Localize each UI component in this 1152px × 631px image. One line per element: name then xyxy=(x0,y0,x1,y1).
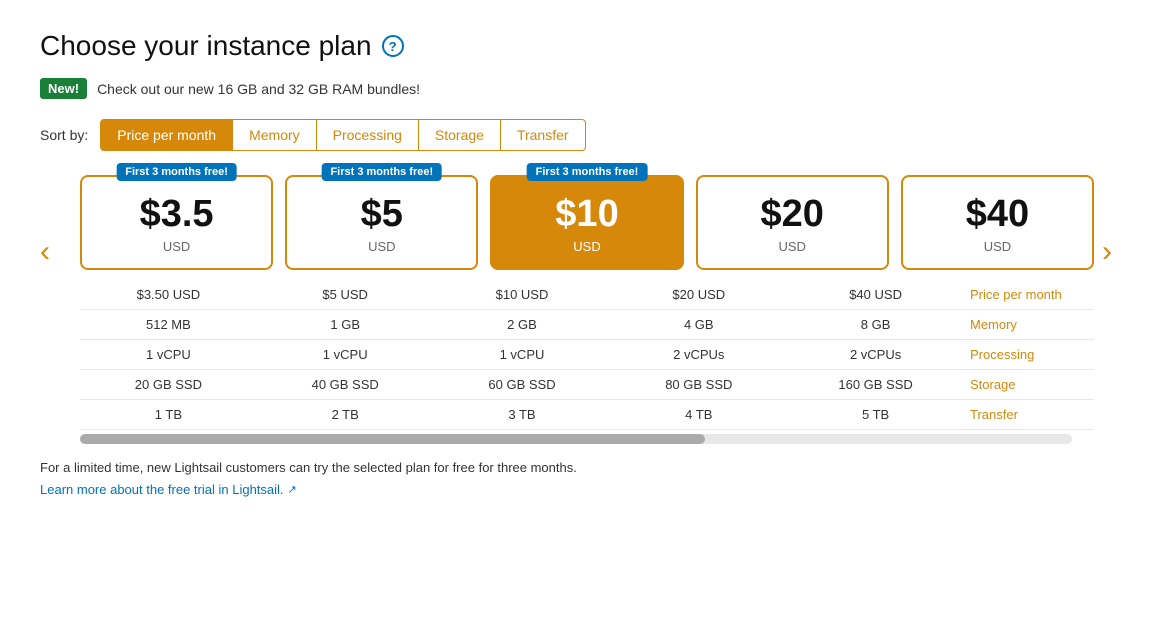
plan-card-plan-3-5[interactable]: First 3 months free!$3.5USD xyxy=(80,175,273,270)
page-title: Choose your instance plan ? xyxy=(40,30,1112,62)
spec-cell: 1 vCPU xyxy=(434,340,611,369)
sort-btn-price[interactable]: Price per month xyxy=(100,119,233,151)
free-badge: First 3 months free! xyxy=(321,163,442,181)
spec-row-storage: 20 GB SSD40 GB SSD60 GB SSD80 GB SSD160 … xyxy=(80,370,1094,400)
plan-price: $40 xyxy=(911,195,1084,233)
plan-currency: USD xyxy=(90,239,263,254)
plan-card-plan-40[interactable]: $40 USD xyxy=(901,175,1094,270)
free-badge: First 3 months free! xyxy=(116,163,237,181)
spec-cell: 512 MB xyxy=(80,310,257,339)
scroll-thumb xyxy=(80,434,705,444)
help-icon[interactable]: ? xyxy=(382,35,404,57)
footer-note: For a limited time, new Lightsail custom… xyxy=(40,460,1112,475)
free-badge: First 3 months free! xyxy=(527,163,648,181)
scroll-track[interactable] xyxy=(80,434,1072,444)
sort-btn-storage[interactable]: Storage xyxy=(419,119,501,151)
plan-price: $10 xyxy=(500,195,673,233)
spec-cell: 160 GB SSD xyxy=(787,370,964,399)
plan-price: $5 xyxy=(295,195,468,233)
sort-btn-transfer[interactable]: Transfer xyxy=(501,119,586,151)
title-text: Choose your instance plan xyxy=(40,30,372,62)
spec-cell: 80 GB SSD xyxy=(610,370,787,399)
spec-row-price_per_month: $3.50 USD$5 USD$10 USD$20 USD$40 USDPric… xyxy=(80,280,1094,310)
footer-link-text: Learn more about the free trial in Light… xyxy=(40,482,284,497)
spec-row-memory: 512 MB1 GB2 GB4 GB8 GBMemory xyxy=(80,310,1094,340)
spec-label-processing: Processing xyxy=(964,340,1094,369)
spec-label-storage: Storage xyxy=(964,370,1094,399)
spec-cell: $5 USD xyxy=(257,280,434,309)
spec-label-memory: Memory xyxy=(964,310,1094,339)
new-banner-text: Check out our new 16 GB and 32 GB RAM bu… xyxy=(97,81,420,97)
spec-cell: 40 GB SSD xyxy=(257,370,434,399)
spec-cell: $40 USD xyxy=(787,280,964,309)
spec-cell: $10 USD xyxy=(434,280,611,309)
spec-row-processing: 1 vCPU1 vCPU1 vCPU2 vCPUs2 vCPUsProcessi… xyxy=(80,340,1094,370)
plan-currency: USD xyxy=(295,239,468,254)
spec-cell: 4 GB xyxy=(610,310,787,339)
sort-btn-processing[interactable]: Processing xyxy=(317,119,419,151)
spec-row-transfer: 1 TB2 TB3 TB4 TB5 TBTransfer xyxy=(80,400,1094,430)
plan-price: $3.5 xyxy=(90,195,263,233)
plan-currency: USD xyxy=(500,239,673,254)
plan-card-plan-10[interactable]: First 3 months free!$10USD xyxy=(490,175,683,270)
spec-cell: 8 GB xyxy=(787,310,964,339)
spec-rows: $3.50 USD$5 USD$10 USD$20 USD$40 USDPric… xyxy=(80,280,1094,430)
spec-cell: 2 GB xyxy=(434,310,611,339)
spec-cell: 2 vCPUs xyxy=(610,340,787,369)
spec-label-transfer: Transfer xyxy=(964,400,1094,429)
external-link-icon: ↗ xyxy=(288,483,297,496)
plan-currency: USD xyxy=(706,239,879,254)
plan-price: $20 xyxy=(706,195,879,233)
spec-cell: 1 vCPU xyxy=(257,340,434,369)
spec-cell: 20 GB SSD xyxy=(80,370,257,399)
spec-cell: 60 GB SSD xyxy=(434,370,611,399)
nav-left-arrow[interactable]: ‹ xyxy=(40,175,50,269)
nav-right-arrow[interactable]: › xyxy=(1102,175,1112,269)
spec-cell: 1 vCPU xyxy=(80,340,257,369)
footer-link[interactable]: Learn more about the free trial in Light… xyxy=(40,482,297,497)
spec-cell: 5 TB xyxy=(787,400,964,429)
spec-cell: 1 GB xyxy=(257,310,434,339)
spec-cell: 2 TB xyxy=(257,400,434,429)
new-badge: New! xyxy=(40,78,87,99)
spec-label-price_per_month: Price per month xyxy=(964,280,1094,309)
plans-cards-row: First 3 months free!$3.5USDFirst 3 month… xyxy=(80,175,1094,270)
spec-cell: $3.50 USD xyxy=(80,280,257,309)
spec-cell: 1 TB xyxy=(80,400,257,429)
plan-currency: USD xyxy=(911,239,1084,254)
new-banner: New! Check out our new 16 GB and 32 GB R… xyxy=(40,78,1112,99)
spec-cell: 4 TB xyxy=(610,400,787,429)
spec-cell: 3 TB xyxy=(434,400,611,429)
spec-cell: 2 vCPUs xyxy=(787,340,964,369)
sort-label: Sort by: xyxy=(40,127,88,143)
sort-btn-memory[interactable]: Memory xyxy=(233,119,317,151)
plan-card-plan-20[interactable]: $20 USD xyxy=(696,175,889,270)
plan-card-plan-5[interactable]: First 3 months free!$5USD xyxy=(285,175,478,270)
spec-cell: $20 USD xyxy=(610,280,787,309)
sort-buttons: Price per monthMemoryProcessingStorageTr… xyxy=(100,119,585,151)
sort-row: Sort by: Price per monthMemoryProcessing… xyxy=(40,119,1112,151)
